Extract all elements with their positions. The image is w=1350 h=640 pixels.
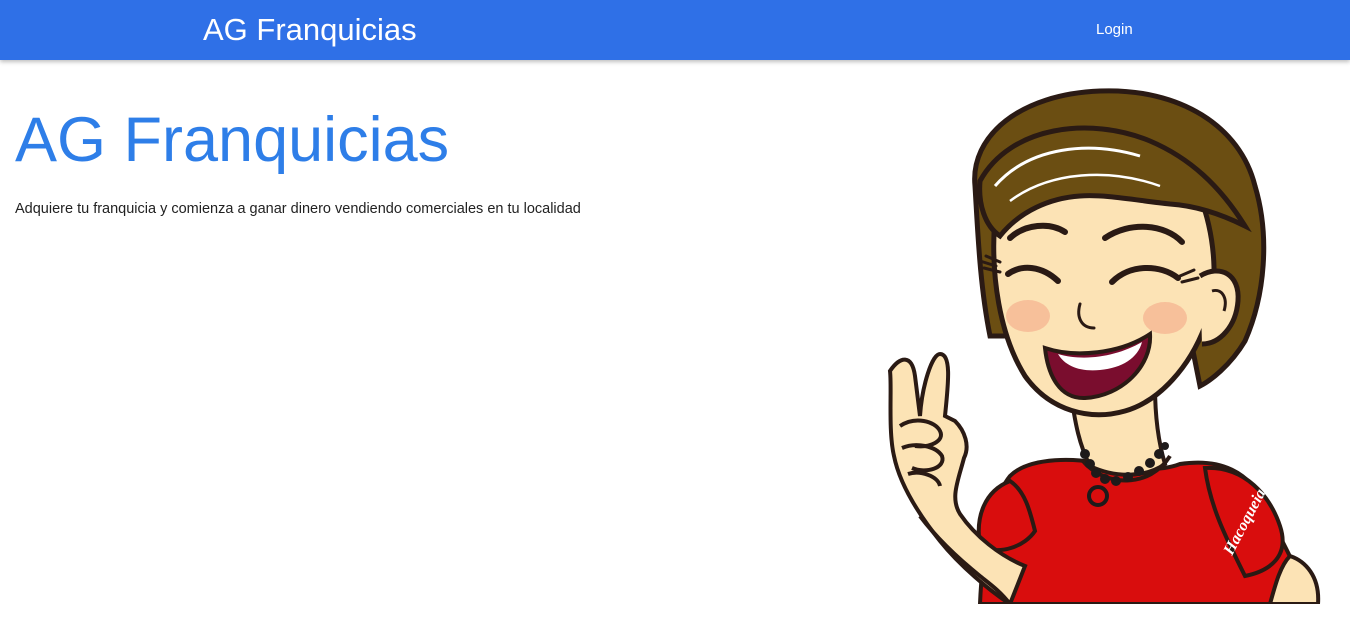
top-navbar: AG Franquicias Login: [0, 0, 1350, 60]
right-blush: [1143, 302, 1187, 334]
mascot-illustration: Hacoqueia: [887, 88, 1321, 604]
login-link[interactable]: Login: [1096, 20, 1133, 40]
left-blush: [1006, 300, 1050, 332]
peace-hand: [887, 351, 1028, 604]
hero-title: AG Franquicias: [15, 105, 450, 175]
brand-link[interactable]: AG Franquicias: [203, 12, 417, 48]
hero-subtitle: Adquiere tu franquicia y comienza a gana…: [15, 201, 581, 217]
shirt: Hacoqueia: [976, 457, 1308, 604]
